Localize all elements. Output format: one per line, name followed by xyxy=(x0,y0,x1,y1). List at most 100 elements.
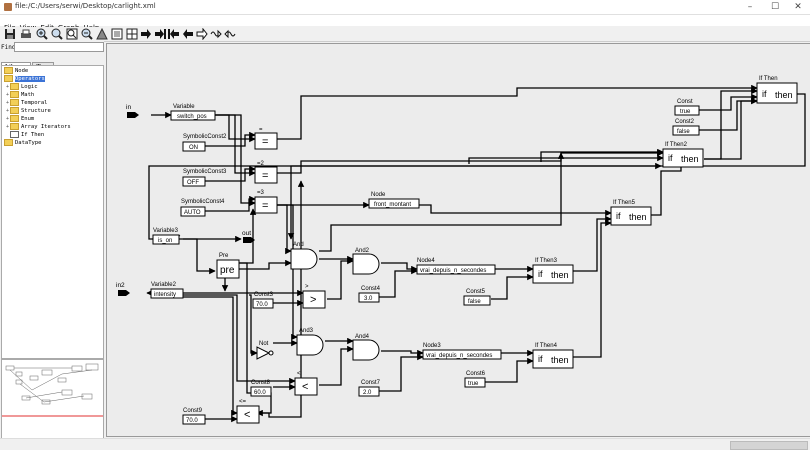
const-title: Const2 xyxy=(675,119,695,125)
scrollbar-thumb[interactable] xyxy=(730,441,808,450)
node3-vrai-depuis[interactable]: Node3 vrai_depuis_n_secondes xyxy=(422,343,502,360)
and-gate-1[interactable]: And xyxy=(290,242,318,270)
node-front-montant[interactable]: Node front_montant xyxy=(368,192,420,209)
variable-title: Variable xyxy=(173,104,195,110)
arrow-left-icon[interactable] xyxy=(182,28,194,40)
variable-is-on[interactable]: Variable3 is_on xyxy=(152,228,180,245)
toolbar xyxy=(0,27,810,42)
tree-item-math[interactable]: + Math xyxy=(6,91,34,99)
diagram-canvas[interactable]: in in2 out Variable switch_pos Variable3… xyxy=(106,43,810,437)
equals-block-3[interactable]: =3 = xyxy=(254,190,278,214)
variable-intensity[interactable]: Variable2 intensity xyxy=(150,282,184,299)
const-symbolic-auto[interactable]: SymbolicConst4 AUTO xyxy=(180,199,225,217)
block-symbol: < xyxy=(302,381,308,393)
greater-block[interactable]: > > xyxy=(302,284,326,309)
horizontal-scrollbar[interactable] xyxy=(0,438,810,450)
tree-item-enum[interactable]: + Enum xyxy=(6,115,34,123)
variable-value: is_on xyxy=(158,238,172,244)
folder-icon xyxy=(4,67,13,74)
node-value: front_montant xyxy=(374,202,411,208)
wave-left-icon[interactable] xyxy=(224,28,236,40)
arrow-right-bar-icon[interactable] xyxy=(154,28,166,40)
zoom-100-icon[interactable] xyxy=(51,28,63,40)
and-gate-3[interactable]: And3 xyxy=(296,328,324,356)
variable-title: Variable2 xyxy=(151,282,177,288)
less-block[interactable]: < < xyxy=(294,371,318,396)
equals-block-2[interactable]: =2 = xyxy=(254,161,278,184)
gate-title: And2 xyxy=(355,248,370,254)
diagram-overview[interactable] xyxy=(1,359,104,439)
folder-icon xyxy=(4,139,13,146)
if-then-block-2[interactable]: If Then2 if then xyxy=(662,142,704,168)
block-symbol: > xyxy=(310,294,316,306)
and-gate-2[interactable]: And2 xyxy=(352,248,380,275)
arrow-right-icon[interactable] xyxy=(140,28,152,40)
zoom-in-icon[interactable] xyxy=(36,28,48,40)
if-then-block-1[interactable]: If Then if then xyxy=(756,76,798,104)
const4-3[interactable]: Const4 3.0 xyxy=(358,286,381,303)
const9-70[interactable]: Const9 70.0 xyxy=(182,408,206,425)
tree-item-structure[interactable]: + Structure xyxy=(6,107,51,115)
block-symbol: = xyxy=(262,136,268,148)
input-port-in[interactable]: in xyxy=(126,104,139,118)
pre-title: Pre xyxy=(219,253,229,259)
close-button[interactable]: ✕ xyxy=(788,1,808,13)
print-icon[interactable] xyxy=(20,28,32,40)
const-title: Const4 xyxy=(361,286,381,292)
const-title: Const xyxy=(677,99,693,105)
and-gate-4[interactable]: And4 xyxy=(352,334,380,361)
find-input[interactable] xyxy=(14,42,104,52)
block-title: > xyxy=(305,284,309,290)
const-value: true xyxy=(680,109,691,115)
const6-true[interactable]: Const6 true xyxy=(464,371,486,388)
if-then-block-5[interactable]: If Then5 if then xyxy=(610,200,652,226)
tree-item-operators[interactable]: Operators xyxy=(4,75,45,83)
tree-item-array-iterators[interactable]: + Array Iterators xyxy=(6,123,71,131)
node4-vrai-depuis[interactable]: Node4 vrai_depuis_n_secondes xyxy=(416,258,496,275)
const-value: 70.0 xyxy=(256,302,268,308)
if-then-block-4[interactable]: If Then4 if then xyxy=(532,343,574,369)
grid-icon[interactable] xyxy=(126,28,138,40)
block-title: < xyxy=(297,371,301,377)
not-gate[interactable]: Not xyxy=(256,341,274,360)
folder-icon xyxy=(10,91,19,98)
const-value: AUTO xyxy=(184,210,201,216)
const7-2[interactable]: Const7 2.0 xyxy=(358,380,381,397)
const2-false[interactable]: Const2 false xyxy=(672,119,700,136)
const-value: false xyxy=(468,299,481,305)
tree-item-if-then[interactable]: If Then xyxy=(10,131,44,139)
expand-icon[interactable] xyxy=(111,28,123,40)
zoom-out-icon[interactable] xyxy=(81,28,93,40)
pre-block[interactable]: Pre pre xyxy=(216,253,240,279)
const-symbolic-on[interactable]: SymbolicConst2 ON xyxy=(182,134,227,152)
node-title: Node4 xyxy=(417,258,435,264)
maximize-button[interactable]: ☐ xyxy=(765,1,785,13)
const3-70[interactable]: Const3 70.0 xyxy=(252,292,274,309)
variable-switch-pos[interactable]: Variable switch_pos xyxy=(170,104,216,121)
tree-item-logic[interactable]: + Logic xyxy=(6,83,38,91)
const-value: 2.0 xyxy=(363,390,372,396)
const-true[interactable]: Const true xyxy=(674,99,700,116)
minimize-button[interactable]: – xyxy=(740,1,760,13)
node-title: Node xyxy=(371,192,386,198)
if-then-block-3[interactable]: If Then3 if then xyxy=(532,258,574,284)
folder-icon xyxy=(10,115,19,122)
less-equal-block[interactable]: <= < xyxy=(236,399,260,424)
then-label: then xyxy=(681,154,699,164)
const8-60[interactable]: Const8 60.0 xyxy=(250,380,272,397)
tree-item-temporal[interactable]: + Temporal xyxy=(6,99,48,107)
tree-item-datatype[interactable]: DataType xyxy=(4,139,42,147)
const-value: 3.0 xyxy=(364,296,373,302)
const-symbolic-off[interactable]: SymbolicConst3 OFF xyxy=(182,169,227,187)
const5-false[interactable]: Const5 false xyxy=(463,289,491,306)
input-port-in2[interactable]: in2 xyxy=(116,282,130,296)
wave-right-icon[interactable] xyxy=(210,28,222,40)
tree-item-node[interactable]: Node xyxy=(4,67,28,75)
folder-icon xyxy=(4,75,13,82)
zoom-fit-icon[interactable] xyxy=(66,28,78,40)
arrow-outline-right-icon[interactable] xyxy=(196,27,208,41)
layout-icon[interactable] xyxy=(96,27,108,40)
equals-block-1[interactable]: = = xyxy=(254,127,278,150)
arrow-left-bar-icon[interactable] xyxy=(168,28,180,40)
save-icon[interactable] xyxy=(4,28,16,40)
